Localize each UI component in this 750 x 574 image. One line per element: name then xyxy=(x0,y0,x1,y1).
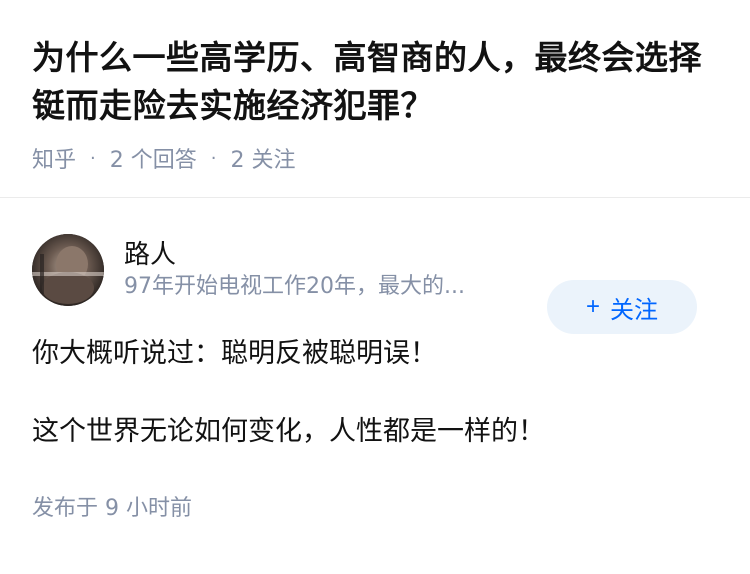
follow-count[interactable]: 2 关注 xyxy=(230,142,295,174)
published-time: 发布于 9 小时前 xyxy=(32,496,192,521)
avatar-image-icon xyxy=(32,234,104,306)
answer-paragraph: 你大概听说过：聪明反被聪明误！ xyxy=(32,338,437,369)
answer-content: 你大概听说过：聪明反被聪明误！ 这个世界无论如何变化，人性都是一样的！ xyxy=(32,334,718,452)
question-title[interactable]: 为什么一些高学历、高智商的人，最终会选择铤而走险去实施经济犯罪？ xyxy=(32,34,718,130)
separator-dot-icon: · xyxy=(210,147,217,169)
avatar[interactable] xyxy=(32,234,104,306)
divider xyxy=(0,197,750,198)
separator-dot-icon: · xyxy=(90,147,96,169)
plus-icon: + xyxy=(585,293,600,320)
answer-card: 路人 97年开始电视工作20年，最大的... + 关注 你大概听说过：聪明反被聪… xyxy=(0,234,750,522)
source-label[interactable]: 知乎 xyxy=(32,142,76,174)
answer-count[interactable]: 2 个回答 xyxy=(110,142,197,174)
question-meta: 知乎 · 2 个回答 · 2 关注 xyxy=(32,140,718,176)
answer-paragraph: 这个世界无论如何变化，人性都是一样的！ xyxy=(32,416,545,447)
question-header: 为什么一些高学历、高智商的人，最终会选择铤而走险去实施经济犯罪？ 知乎 · 2 … xyxy=(0,0,750,176)
follow-button-label: 关注 xyxy=(610,296,658,324)
author-name[interactable]: 路人 xyxy=(124,238,524,272)
author-bio: 97年开始电视工作20年，最大的... xyxy=(124,274,465,299)
author-info: 路人 97年开始电视工作20年，最大的... xyxy=(124,238,524,302)
follow-button[interactable]: + 关注 xyxy=(547,280,697,334)
